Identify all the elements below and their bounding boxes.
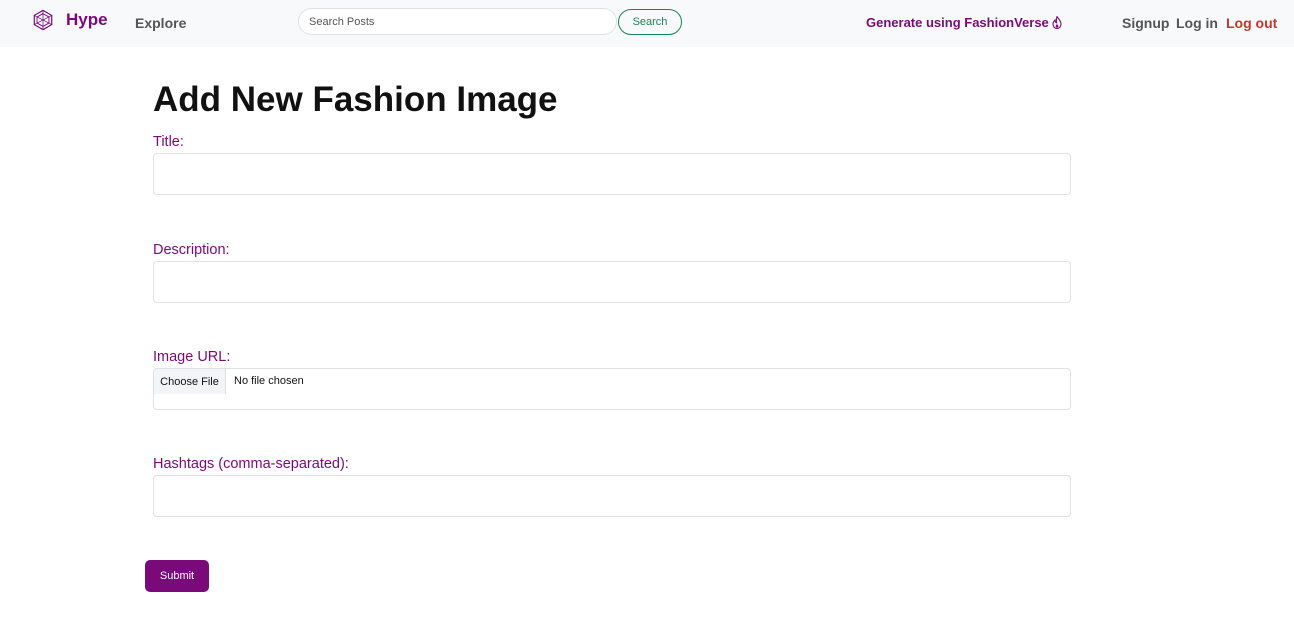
title-input[interactable] bbox=[153, 153, 1071, 195]
generate-fashionverse-link[interactable]: Generate using FashionVerse bbox=[866, 15, 1062, 30]
submit-button[interactable]: Submit bbox=[145, 560, 209, 592]
hashtags-input[interactable] bbox=[153, 475, 1071, 517]
image-file-input[interactable]: Choose File No file chosen bbox=[153, 368, 1071, 410]
generate-link-label: Generate using FashionVerse bbox=[866, 15, 1049, 30]
file-status-text: No file chosen bbox=[234, 375, 304, 387]
search-button[interactable]: Search bbox=[618, 9, 682, 35]
nav-signup-link[interactable]: Signup bbox=[1122, 15, 1169, 31]
nav-login-link[interactable]: Log in bbox=[1176, 15, 1218, 31]
nav-logout-link[interactable]: Log out bbox=[1226, 15, 1277, 31]
description-label: Description: bbox=[153, 242, 230, 258]
nav-explore-link[interactable]: Explore bbox=[135, 15, 186, 31]
flame-icon bbox=[1052, 16, 1062, 29]
hashtags-label: Hashtags (comma-separated): bbox=[153, 456, 349, 472]
description-input[interactable] bbox=[153, 261, 1071, 303]
search-input[interactable] bbox=[298, 8, 617, 35]
choose-file-button[interactable]: Choose File bbox=[154, 369, 226, 394]
brand-name: Hype bbox=[66, 10, 108, 29]
navbar: Hype Explore Search Generate using Fashi… bbox=[0, 0, 1294, 47]
hexagon-wireframe-icon bbox=[33, 9, 53, 31]
image-url-label: Image URL: bbox=[153, 349, 231, 365]
brand-link[interactable]: Hype bbox=[32, 9, 108, 31]
title-label: Title: bbox=[153, 134, 184, 150]
page-title: Add New Fashion Image bbox=[153, 80, 558, 119]
